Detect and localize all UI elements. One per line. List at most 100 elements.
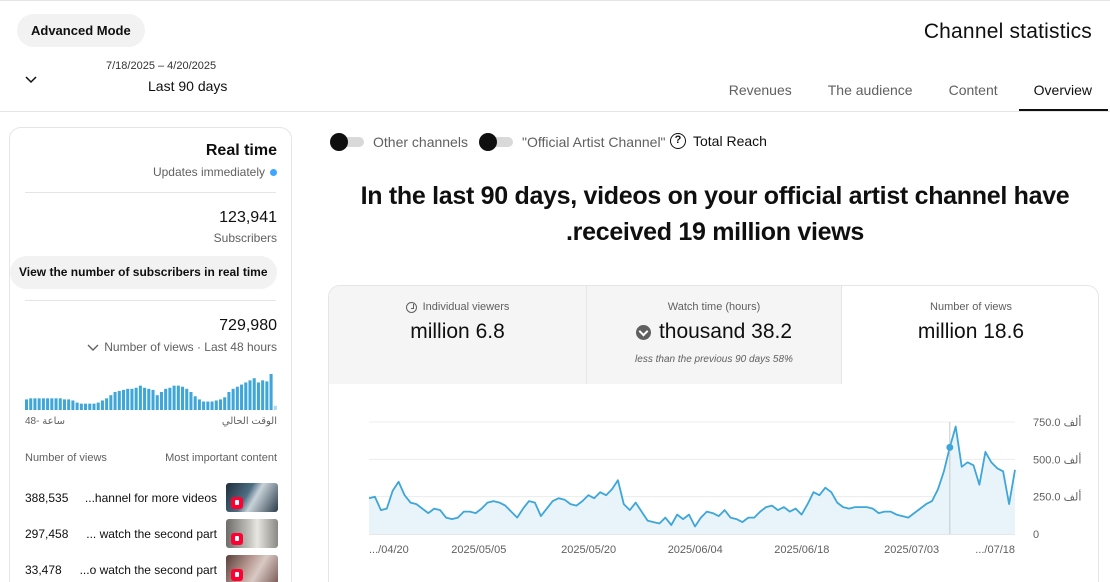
clock-icon (405, 301, 417, 313)
list-item[interactable]: 388,535 ...hannel for more videos (25, 483, 278, 513)
list-item[interactable]: 33,478 ...o watch the second part (25, 555, 278, 582)
y-tick-label: 0 (1033, 529, 1039, 541)
minute-bar (113, 392, 117, 410)
minute-bar (121, 389, 126, 410)
realtime-subtitle-text: Updates immediately (152, 165, 265, 179)
content-column-header: Most important content (165, 452, 277, 464)
divider (25, 300, 276, 301)
divider (25, 192, 276, 193)
minute-bar (37, 398, 41, 410)
summary-headline: In the last 90 days, videos on your offi… (360, 182, 1070, 246)
minute-bar (273, 405, 277, 410)
realtime-subscribers-button[interactable]: View the number of subscribers in real t… (10, 256, 277, 289)
minute-bar (130, 388, 134, 410)
content-title[interactable]: ...hannel for more videos (85, 491, 217, 505)
minute-bar (181, 386, 185, 410)
x-tick-label: .../07/18 (975, 544, 1015, 556)
tab-audience[interactable]: The audience (828, 66, 913, 111)
minute-bar (235, 386, 239, 410)
realtime-card: Real time Updates immediately 123,941 Su… (9, 127, 292, 582)
hover-point[interactable] (946, 443, 954, 451)
arrow-down-icon (635, 324, 651, 340)
minute-bar (62, 399, 66, 410)
minute-bar (269, 374, 273, 410)
minute-bar (79, 403, 83, 410)
content-views: 388,535 (25, 491, 69, 505)
y-tick-label: 750.0 ألف (1033, 415, 1081, 429)
minute-bar (29, 398, 33, 410)
minute-bar (75, 402, 79, 410)
minute-bar (159, 392, 163, 410)
content-title[interactable]: ... watch the second part (86, 527, 217, 541)
top-border (0, 0, 1110, 1)
other-channels-toggle[interactable]: Other channels (330, 133, 468, 151)
date-range: 7/18/2025 – 4/20/2025 (106, 60, 217, 72)
overview-stats-card: Individual viewers million 6.8 Watch tim… (328, 285, 1099, 582)
live-dot-icon (270, 168, 277, 176)
tab-content[interactable]: Content (949, 66, 998, 111)
x-tick-label: 2025/06/18 (774, 544, 829, 556)
minute-bar (248, 380, 252, 410)
x-tick-label: 2025/07/03 (884, 544, 939, 556)
video-thumbnail[interactable] (226, 555, 278, 582)
views-area-chart[interactable]: 0 250.0 ألف 500.0 ألف 750.0 ألف .../04/20 202… (329, 384, 1099, 582)
minute-bar (100, 400, 104, 410)
minute-bar (109, 395, 113, 410)
stat-individual-viewers[interactable]: Individual viewers million 6.8 (329, 286, 586, 384)
minute-bar (185, 388, 189, 410)
views-48h-label[interactable]: Number of views · Last 48 hours (87, 340, 277, 354)
minute-bar (117, 390, 121, 410)
stat-watch-time[interactable]: Watch time (hours) thousand 38.2 less th… (586, 286, 842, 384)
minute-bar (202, 401, 206, 410)
chevron-down-icon (87, 344, 99, 351)
minute-bar (134, 387, 138, 410)
tab-overview[interactable]: Overview (1018, 66, 1109, 111)
stat-comparison-note: less than the previous 90 days 58% (635, 354, 793, 365)
content-title[interactable]: ...o watch the second part (80, 563, 217, 577)
minute-bar (84, 403, 88, 410)
minute-bar (197, 399, 201, 410)
switch-knob (330, 133, 348, 151)
minute-bar (151, 389, 155, 410)
area-fill (369, 426, 1015, 534)
stat-number-of-views[interactable]: Number of views million 18.6 (842, 286, 1098, 384)
header-divider (0, 111, 1110, 112)
minute-bar (261, 380, 265, 410)
toggle-switch[interactable] (479, 133, 513, 151)
chevron-down-icon[interactable] (24, 72, 38, 86)
video-thumbnail[interactable] (226, 483, 278, 512)
x-tick-label: 2025/05/20 (561, 544, 616, 556)
minute-bar (164, 388, 168, 410)
tab-revenues[interactable]: Revenues (729, 66, 792, 111)
help-icon[interactable]: ? (670, 133, 686, 149)
realtime-title: Real time (205, 142, 277, 159)
list-item[interactable]: 297,458 ... watch the second part (25, 519, 278, 549)
minute-bar (50, 398, 54, 410)
shorts-icon (231, 533, 243, 545)
minute-bar (206, 401, 210, 410)
minute-bar (210, 401, 214, 410)
minute-bar (172, 385, 176, 410)
official-channel-toggle[interactable]: "Official Artist Channel" (479, 133, 666, 151)
mini-chart-end-label: الوقت الحالي (221, 416, 277, 427)
minute-bar (126, 388, 130, 410)
advanced-mode-button[interactable]: Advanced Mode (17, 14, 145, 47)
minute-bar (265, 381, 269, 410)
period-selector[interactable]: Last 90 days (148, 78, 227, 94)
minute-bar (256, 382, 260, 410)
minute-bar (252, 378, 256, 410)
minute-bar (33, 398, 37, 410)
views-48h-label-text: Number of views · Last 48 hours (104, 340, 277, 354)
page-title: Channel statistics (923, 20, 1092, 43)
toggle-switch[interactable] (330, 133, 364, 151)
minute-bar (54, 398, 58, 410)
minute-bar (240, 384, 244, 410)
total-reach-label[interactable]: Total Reach (693, 133, 767, 149)
stat-value: million 18.6 (917, 320, 1025, 343)
minute-bar (147, 388, 151, 410)
tab-bar: Revenues The audience Content Overview (693, 66, 1109, 111)
stat-value: million 6.8 (410, 320, 505, 343)
stat-label: Individual viewers (329, 301, 586, 313)
subscribers-label: Subscribers (213, 231, 277, 245)
video-thumbnail[interactable] (226, 519, 278, 548)
